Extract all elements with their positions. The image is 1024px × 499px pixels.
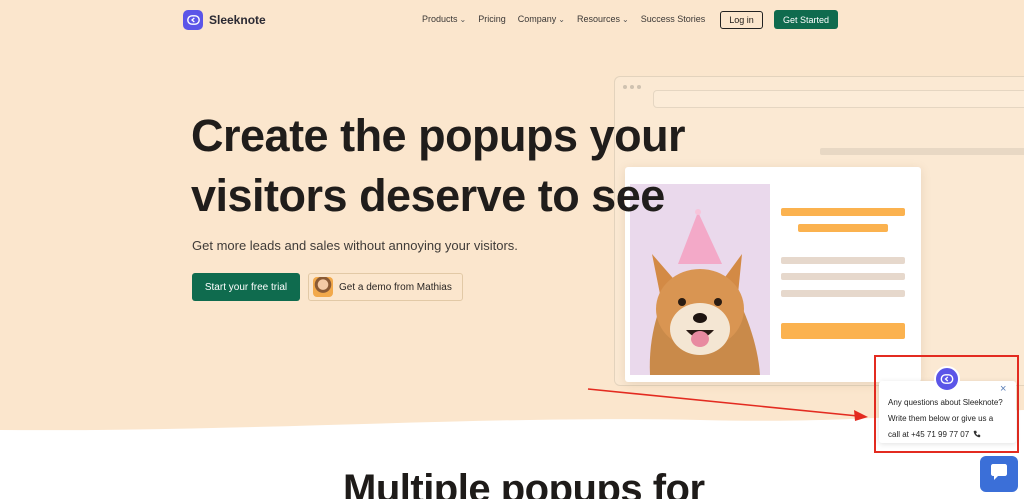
start-free-trial-button[interactable]: Start your free trial bbox=[192, 273, 300, 301]
hero-subtitle: Get more leads and sales without annoyin… bbox=[192, 238, 518, 253]
nav-item-label: Pricing bbox=[478, 14, 506, 24]
chevron-down-icon: ⌄ bbox=[622, 14, 629, 24]
nav-item-label: Resources bbox=[576, 14, 621, 24]
nav-links: Products ⌄ Pricing Company ⌄ Resources ⌄… bbox=[422, 14, 705, 24]
chat-message-line: Any questions about Sleeknote? bbox=[888, 398, 1003, 407]
nav-item-pricing[interactable]: Pricing bbox=[478, 14, 506, 24]
nav-item-label: Success Stories bbox=[640, 14, 706, 24]
sleeknote-logo-icon bbox=[183, 10, 203, 30]
get-demo-button[interactable]: Get a demo from Mathias bbox=[308, 273, 463, 301]
nav-item-company[interactable]: Company ⌄ bbox=[518, 14, 565, 24]
placeholder-text-line bbox=[781, 290, 905, 297]
nav-item-label: Company bbox=[517, 14, 557, 24]
chat-message-line: Write them below or give us a bbox=[888, 414, 994, 423]
placeholder-text-line bbox=[781, 273, 905, 280]
window-dots bbox=[623, 85, 641, 89]
chat-bubble-icon bbox=[989, 462, 1009, 487]
hero-title-line: visitors deserve to see bbox=[191, 170, 665, 221]
login-button[interactable]: Log in bbox=[720, 11, 763, 29]
avatar bbox=[313, 277, 333, 297]
sleeknote-logo-icon bbox=[934, 366, 960, 392]
chat-phone-text: call at +45 71 99 77 07 bbox=[888, 430, 970, 439]
chat-message-line: call at +45 71 99 77 07 bbox=[888, 427, 1006, 443]
phone-icon bbox=[971, 430, 981, 439]
nav-item-success-stories[interactable]: Success Stories bbox=[641, 14, 706, 24]
hero-title: Create the popups your visitors deserve … bbox=[191, 106, 711, 226]
nav-item-products[interactable]: Products ⌄ bbox=[422, 14, 466, 24]
placeholder-heading-bar bbox=[781, 208, 905, 216]
chat-launcher-button[interactable] bbox=[980, 456, 1018, 492]
hero-title-line: Create the popups your bbox=[191, 110, 686, 161]
nav-item-resources[interactable]: Resources ⌄ bbox=[577, 14, 629, 24]
chevron-down-icon: ⌄ bbox=[558, 14, 565, 24]
section-heading: Multiple popups for bbox=[343, 467, 705, 499]
placeholder-cta-button bbox=[781, 323, 905, 339]
close-icon[interactable]: × bbox=[1000, 384, 1006, 395]
brand-logo[interactable]: Sleeknote bbox=[183, 10, 266, 30]
nav-item-label: Products bbox=[422, 14, 458, 24]
demo-button-label: Get a demo from Mathias bbox=[339, 281, 452, 293]
brand-name: Sleeknote bbox=[209, 13, 266, 27]
get-started-button[interactable]: Get Started bbox=[774, 10, 838, 29]
content-placeholder-line bbox=[820, 148, 1024, 155]
top-navigation: Sleeknote Products ⌄ Pricing Company ⌄ R… bbox=[0, 0, 1024, 40]
chevron-down-icon: ⌄ bbox=[459, 14, 467, 24]
placeholder-text-line bbox=[781, 257, 905, 264]
placeholder-heading-bar bbox=[798, 224, 888, 232]
